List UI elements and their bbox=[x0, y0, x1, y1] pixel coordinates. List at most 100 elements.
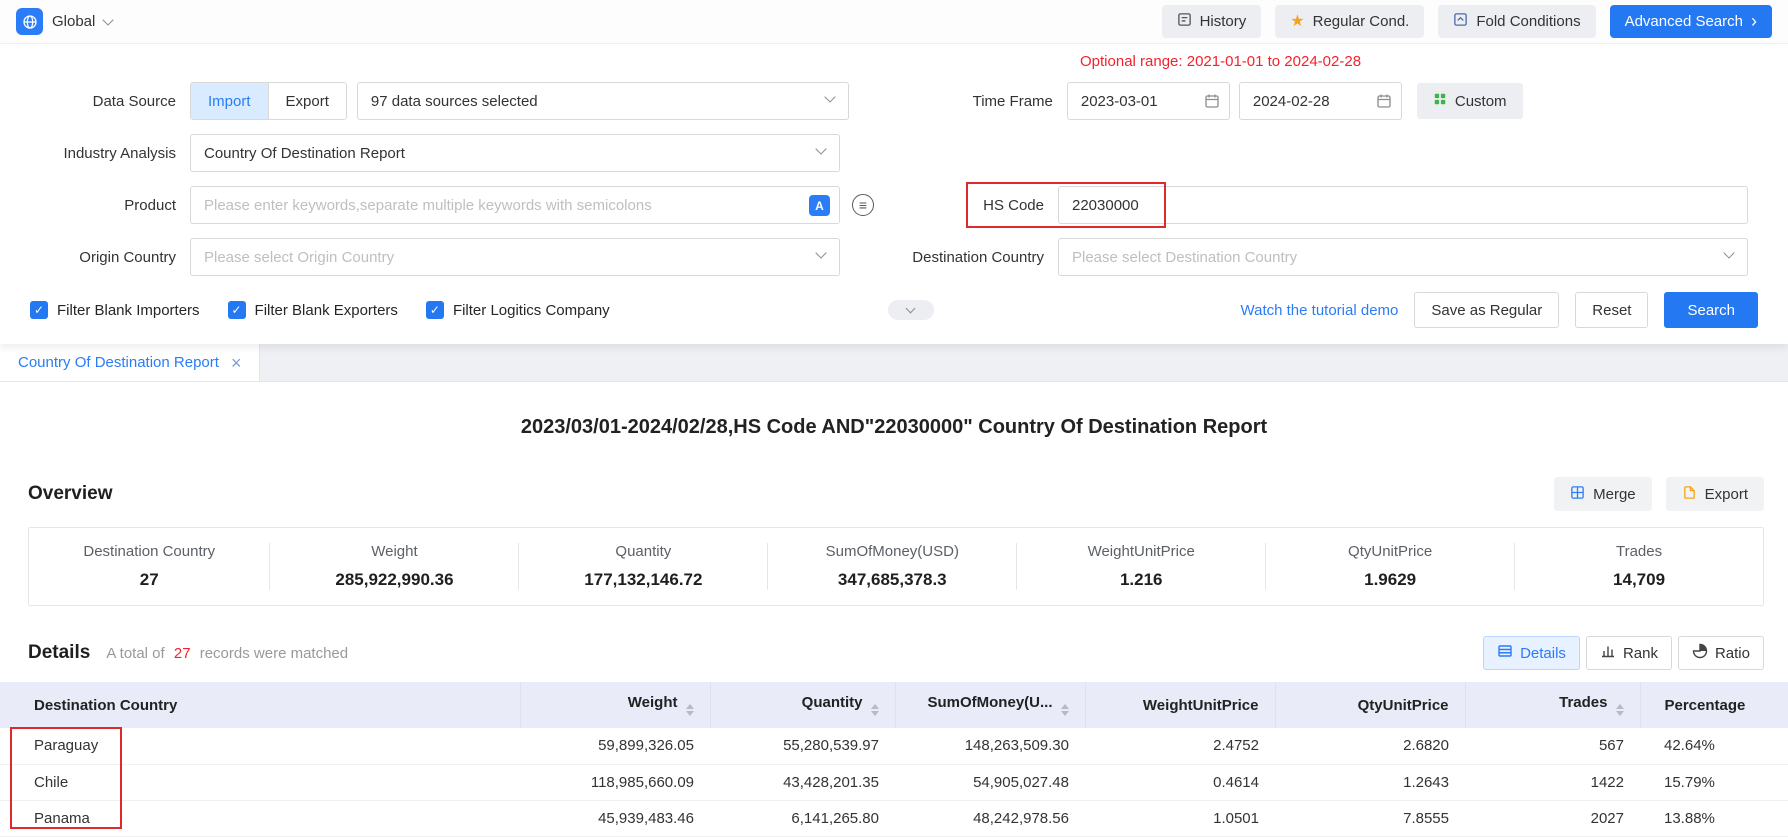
chevron-down-icon bbox=[815, 143, 826, 154]
form-actions: Watch the tutorial demo Save as Regular … bbox=[1241, 292, 1758, 328]
header-label: QtyUnitPrice bbox=[1358, 697, 1449, 714]
sort-icon[interactable] bbox=[1061, 704, 1069, 717]
tutorial-demo-link[interactable]: Watch the tutorial demo bbox=[1241, 302, 1399, 319]
time-frame-label: Time Frame bbox=[849, 93, 1067, 110]
stat-value: 1.216 bbox=[1017, 570, 1265, 590]
sort-icon[interactable] bbox=[871, 704, 879, 717]
column-header-weight[interactable]: Weight bbox=[520, 682, 710, 728]
cell-sum-of-money: 54,905,027.48 bbox=[895, 764, 1085, 800]
custom-range-button[interactable]: Custom bbox=[1417, 83, 1523, 119]
checkbox-check-icon: ✓ bbox=[30, 301, 48, 319]
end-date-field[interactable] bbox=[1239, 82, 1402, 120]
view-switch: Details Rank bbox=[1483, 636, 1764, 670]
details-table-icon bbox=[1497, 643, 1513, 663]
start-date-field[interactable] bbox=[1067, 82, 1230, 120]
view-details-button[interactable]: Details bbox=[1483, 636, 1580, 670]
header-label: WeightUnitPrice bbox=[1143, 697, 1259, 714]
sort-icon[interactable] bbox=[686, 704, 694, 717]
ratio-pie-icon bbox=[1692, 643, 1708, 663]
view-rank-button[interactable]: Rank bbox=[1586, 636, 1672, 670]
fold-conditions-button[interactable]: Fold Conditions bbox=[1438, 5, 1595, 38]
table-row[interactable]: Chile 118,985,660.09 43,428,201.35 54,90… bbox=[0, 764, 1788, 800]
filter-blank-exporters-checkbox[interactable]: ✓ Filter Blank Exporters bbox=[228, 301, 398, 319]
filter-logistics-company-checkbox[interactable]: ✓ Filter Logitics Company bbox=[426, 301, 610, 319]
export-button[interactable]: Export bbox=[1666, 477, 1764, 511]
column-header-quantity[interactable]: Quantity bbox=[710, 682, 895, 728]
save-as-regular-button[interactable]: Save as Regular bbox=[1414, 292, 1559, 328]
calendar-icon bbox=[1376, 93, 1392, 109]
translate-icon[interactable]: A bbox=[809, 195, 830, 216]
collapse-form-button[interactable] bbox=[888, 300, 934, 320]
view-ratio-button[interactable]: Ratio bbox=[1678, 636, 1764, 670]
view-details-label: Details bbox=[1520, 645, 1566, 662]
import-export-toggle: Import Export bbox=[190, 82, 347, 120]
data-source-select[interactable]: 97 data sources selected bbox=[357, 82, 849, 120]
import-segment[interactable]: Import bbox=[191, 83, 268, 119]
sort-icon[interactable] bbox=[1616, 704, 1624, 717]
filter-actions-row: ✓ Filter Blank Importers ✓ Filter Blank … bbox=[0, 292, 1788, 328]
fold-conditions-label: Fold Conditions bbox=[1476, 13, 1580, 30]
reset-button[interactable]: Reset bbox=[1575, 292, 1648, 328]
merge-icon bbox=[1570, 485, 1585, 504]
chevron-down-icon bbox=[815, 247, 826, 258]
region-label: Global bbox=[52, 13, 95, 30]
custom-label: Custom bbox=[1455, 93, 1507, 110]
tab-label: Country Of Destination Report bbox=[18, 354, 219, 371]
history-icon bbox=[1177, 12, 1192, 31]
product-keywords-input[interactable] bbox=[190, 186, 840, 224]
stat-weight: Weight 285,922,990.36 bbox=[270, 543, 519, 590]
filter-logistics-company-label: Filter Logitics Company bbox=[453, 302, 610, 319]
keyword-options-icon[interactable]: ≡ bbox=[852, 194, 874, 216]
table-row[interactable]: Paraguay 59,899,326.05 55,280,539.97 148… bbox=[0, 728, 1788, 764]
column-header-qty-unit-price: QtyUnitPrice bbox=[1275, 682, 1465, 728]
export-label: Export bbox=[1705, 486, 1748, 503]
globe-logo-icon bbox=[16, 8, 43, 35]
history-button[interactable]: History bbox=[1162, 5, 1262, 38]
cell-weight: 118,985,660.09 bbox=[520, 764, 710, 800]
stat-weight-unit-price: WeightUnitPrice 1.216 bbox=[1017, 543, 1266, 590]
region-selector[interactable]: Global bbox=[16, 8, 112, 35]
regular-cond-button[interactable]: ★ Regular Cond. bbox=[1275, 5, 1424, 38]
arrow-right-icon: › bbox=[1751, 12, 1757, 30]
stat-value: 1.9629 bbox=[1266, 570, 1514, 590]
merge-button[interactable]: Merge bbox=[1554, 477, 1652, 511]
view-rank-label: Rank bbox=[1623, 645, 1658, 662]
summary-prefix: A total of bbox=[106, 645, 164, 662]
summary-suffix: records were matched bbox=[200, 645, 348, 662]
overview-actions: Merge Export bbox=[1554, 477, 1764, 511]
header-label: Trades bbox=[1559, 694, 1607, 711]
export-segment[interactable]: Export bbox=[268, 83, 346, 119]
form-row-data-source: Data Source Import Export 97 data source… bbox=[0, 82, 1788, 120]
overview-stats: Destination Country 27 Weight 285,922,99… bbox=[28, 527, 1764, 606]
chevron-down-icon bbox=[824, 91, 835, 102]
industry-analysis-select[interactable]: Country Of Destination Report bbox=[190, 134, 840, 172]
destination-country-select[interactable]: Please select Destination Country bbox=[1058, 238, 1748, 276]
stat-value: 177,132,146.72 bbox=[519, 570, 767, 590]
close-icon[interactable]: × bbox=[231, 354, 242, 372]
stat-label: Trades bbox=[1515, 543, 1763, 560]
cell-country[interactable]: Chile bbox=[0, 764, 520, 800]
column-header-sum-of-money[interactable]: SumOfMoney(U... bbox=[895, 682, 1085, 728]
hs-code-input[interactable] bbox=[1058, 186, 1748, 224]
column-header-trades[interactable]: Trades bbox=[1465, 682, 1640, 728]
cell-weight-unit-price: 2.4752 bbox=[1085, 728, 1275, 764]
overview-header: Overview Merge Expor bbox=[28, 477, 1764, 511]
chevron-down-icon bbox=[906, 304, 916, 314]
stat-label: Destination Country bbox=[29, 543, 269, 560]
cell-country[interactable]: Paraguay bbox=[0, 728, 520, 764]
form-row-industry: Industry Analysis Country Of Destination… bbox=[0, 134, 1788, 172]
stat-trades: Trades 14,709 bbox=[1515, 543, 1763, 590]
tab-country-of-destination-report[interactable]: Country Of Destination Report × bbox=[0, 344, 260, 381]
topbar: Global History ★ Regular Cond. bbox=[0, 0, 1788, 44]
filter-blank-importers-checkbox[interactable]: ✓ Filter Blank Importers bbox=[30, 301, 200, 319]
export-icon bbox=[1682, 485, 1697, 504]
data-source-label: Data Source bbox=[30, 93, 190, 110]
origin-country-select[interactable]: Please select Origin Country bbox=[190, 238, 840, 276]
advanced-search-button[interactable]: Advanced Search › bbox=[1610, 5, 1772, 38]
history-label: History bbox=[1200, 13, 1247, 30]
search-button[interactable]: Search bbox=[1664, 292, 1758, 328]
cell-percentage: 15.79% bbox=[1640, 764, 1788, 800]
star-icon: ★ bbox=[1290, 14, 1304, 30]
stat-label: QtyUnitPrice bbox=[1266, 543, 1514, 560]
cell-qty-unit-price: 1.2643 bbox=[1275, 764, 1465, 800]
